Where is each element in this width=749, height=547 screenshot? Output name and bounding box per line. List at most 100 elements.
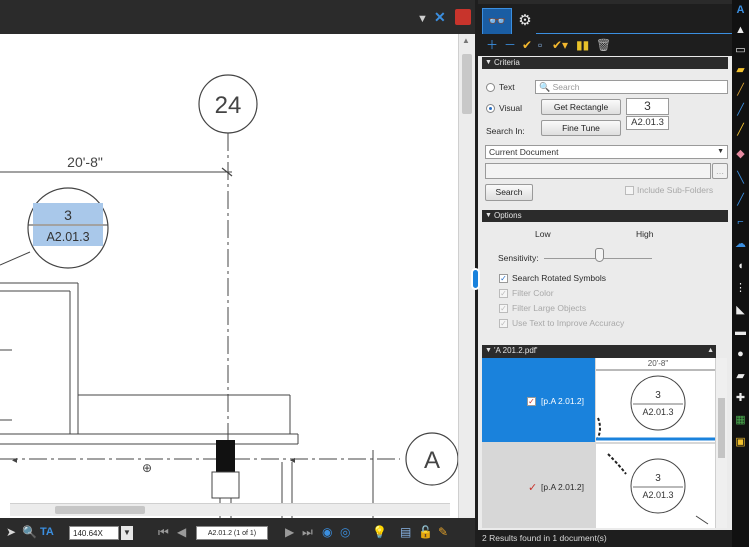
thumb-bottom-text: A2.01.3	[642, 407, 673, 417]
next-page-icon[interactable]: ▶	[285, 525, 294, 539]
next-view-icon[interactable]: ◎	[340, 525, 350, 539]
remove-icon[interactable]: －	[504, 38, 516, 52]
grid-bubble-letter: A	[424, 447, 440, 474]
options-label: Options	[494, 211, 522, 220]
hscroll-thumb[interactable]	[55, 506, 145, 514]
marker-icon[interactable]: ╱	[734, 124, 747, 137]
search-rotated-label: Search Rotated Symbols	[512, 273, 607, 283]
lightbulb-icon[interactable]: 💡	[372, 525, 387, 539]
search-input[interactable]: 🔍 Search	[535, 80, 728, 94]
folder-path-field[interactable]	[485, 163, 711, 179]
text-radio[interactable]	[486, 83, 495, 92]
delete-icon[interactable]: 🗑	[596, 38, 611, 52]
drawing-title-bar: ▼ ✕	[0, 0, 475, 34]
image-icon[interactable]: ▦	[734, 414, 747, 427]
check-icon[interactable]: ✔	[522, 38, 532, 52]
include-subfolders-checkbox[interactable]	[625, 186, 634, 195]
pen-icon[interactable]: ╱	[734, 84, 747, 97]
dimension-icon[interactable]: ⋮	[734, 282, 747, 295]
fine-tune-button[interactable]: Fine Tune	[541, 120, 621, 136]
cloud-icon[interactable]: ☁	[734, 238, 747, 251]
settings-gear-icon[interactable]: ⚙	[514, 8, 536, 34]
check-all-icon[interactable]: ✔▾	[552, 38, 568, 52]
result-row[interactable]: ✓ [p.A 2.01.2] 3 A2.01.3	[482, 444, 720, 528]
markup-icon[interactable]: ▮▮	[576, 38, 589, 52]
document-icon[interactable]: ▤	[400, 525, 411, 539]
stamp-icon[interactable]: ▲	[734, 24, 747, 37]
search-rotated-checkbox[interactable]: ✓	[499, 274, 508, 283]
panel-tabs: 👓 ⚙	[478, 0, 732, 34]
filter-color-label: Filter Color	[512, 288, 554, 298]
cross-icon[interactable]: ✚	[734, 392, 747, 405]
text-select-icon[interactable]: TA	[40, 525, 54, 539]
arrow-line-icon[interactable]: ╱	[734, 194, 747, 207]
sensitivity-label: Sensitivity:	[498, 253, 539, 263]
results-file-label: 'A 201.2.pdf'	[494, 346, 538, 355]
last-page-icon[interactable]: ⏭	[302, 525, 313, 539]
zoom-input[interactable]: 140.64X	[69, 526, 119, 540]
shape-icon[interactable]: ▰	[734, 370, 747, 383]
thumb-dim-text: 20'-8"	[648, 359, 669, 368]
thumb-top-text: 3	[655, 390, 661, 401]
scroll-up-icon[interactable]: ▲	[462, 36, 470, 45]
line-icon[interactable]: ╲	[734, 172, 747, 185]
pencil-icon[interactable]: ╱	[734, 104, 747, 117]
zoom-dropdown[interactable]: ▼	[121, 526, 133, 540]
close-icon[interactable]: ✕	[434, 10, 446, 24]
prev-page-icon[interactable]: ◀	[177, 525, 186, 539]
filter-large-label: Filter Large Objects	[512, 303, 587, 313]
results-header[interactable]: ▼ 'A 201.2.pdf' ▲	[482, 345, 716, 358]
results-scroll-thumb[interactable]	[718, 398, 725, 458]
eraser-icon[interactable]: ◆	[734, 148, 747, 161]
page-indicator[interactable]: A2.01.2 (1 of 1)	[196, 526, 268, 540]
use-text-checkbox[interactable]: ✓	[499, 319, 508, 328]
search-button[interactable]: Search	[485, 184, 533, 201]
ellipse-icon[interactable]: ●	[734, 348, 747, 361]
result-thumbnail[interactable]: 3 A2.01.3	[596, 444, 720, 528]
drawing-sheet[interactable]: 24 20'-8" 3 A2.01.3 ◂ ⊕ ◂ A	[0, 34, 458, 518]
search-placeholder: Search	[552, 82, 580, 92]
scroll-thumb[interactable]	[462, 54, 472, 114]
result-thumbnail[interactable]: 20'-8" 3 A2.01.3	[596, 358, 720, 442]
result-row[interactable]: ✓ [p.A 2.01.2] 20'-8" 3 A2.01.3	[482, 358, 720, 442]
result-checkbox[interactable]: ✓	[527, 397, 536, 406]
options-header[interactable]: ▼ Options	[482, 210, 728, 222]
sensitivity-slider-handle[interactable]	[595, 248, 604, 262]
search-in-select[interactable]: Current Document ▼	[485, 145, 728, 159]
highlight-icon[interactable]: ▰	[734, 64, 747, 77]
markup-icon[interactable]: ✎	[438, 525, 448, 539]
polyline-icon[interactable]: ⌐	[734, 216, 747, 229]
polygon-icon[interactable]: ◣	[734, 304, 747, 317]
search-in-value: Current Document	[489, 147, 559, 157]
column-symbol	[216, 440, 235, 472]
result-label-area[interactable]: ✓ [p.A 2.01.2]	[482, 358, 595, 442]
attachment-icon[interactable]: ▣	[734, 436, 747, 449]
result-label-area[interactable]: ✓ [p.A 2.01.2]	[482, 444, 595, 528]
zoom-icon[interactable]: 🔍	[22, 525, 37, 539]
criteria-header[interactable]: ▼ Criteria	[482, 57, 728, 69]
callout-icon[interactable]: ◖	[734, 260, 747, 273]
first-page-icon[interactable]: ⏮	[158, 525, 169, 539]
search-icon[interactable]: 👓	[482, 8, 512, 34]
rectangle-icon[interactable]: ▬	[734, 326, 747, 339]
pointer-icon[interactable]: ➤	[6, 525, 16, 539]
result-thumbnail-svg: 3 A2.01.3	[607, 453, 709, 525]
select-icon[interactable]: ▫	[538, 38, 542, 52]
splitter-handle[interactable]	[471, 268, 480, 290]
filter-large-checkbox[interactable]: ✓	[499, 304, 508, 313]
scroll-up-icon[interactable]: ▲	[707, 345, 714, 357]
results-scrollbar[interactable]	[715, 358, 727, 528]
get-rectangle-button[interactable]: Get Rectangle	[541, 99, 621, 115]
chevron-down-icon[interactable]: ▼	[417, 12, 428, 26]
previous-view-icon[interactable]: ◉	[322, 525, 332, 539]
text-tool-icon[interactable]: A	[734, 4, 747, 17]
filter-color-checkbox[interactable]: ✓	[499, 289, 508, 298]
lock-icon[interactable]: 🔓	[418, 525, 433, 539]
horizontal-scrollbar[interactable]	[10, 503, 450, 516]
add-icon[interactable]: ＋	[486, 38, 498, 52]
visual-radio[interactable]	[486, 104, 495, 113]
note-icon[interactable]: ▭	[734, 44, 747, 57]
flag-icon[interactable]	[455, 9, 471, 25]
browse-button[interactable]: …	[712, 163, 728, 179]
result-checkbox[interactable]: ✓	[527, 483, 537, 494]
